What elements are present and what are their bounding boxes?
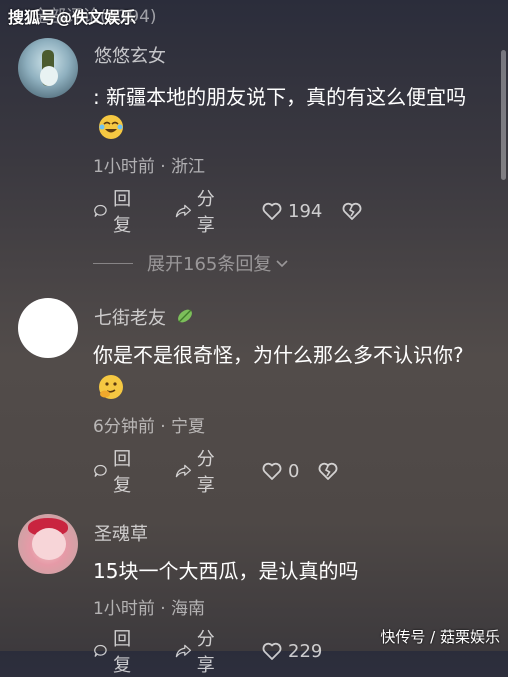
like-button[interactable]: 194 — [261, 198, 322, 224]
share-button[interactable]: 分享 — [175, 449, 222, 496]
reply-icon — [94, 644, 107, 657]
comment-meta: 6分钟前 · 宁夏 — [93, 417, 206, 437]
comment-author[interactable]: 圣魂草 — [94, 520, 148, 546]
comment-text: 15块一个大西瓜，是认真的吗 — [93, 559, 359, 583]
share-label: 分享 — [196, 449, 215, 496]
heart-icon — [262, 462, 282, 480]
broken-heart-icon — [318, 462, 338, 480]
like-count: 194 — [288, 200, 323, 222]
avatar[interactable] — [18, 298, 78, 358]
share-icon — [175, 204, 192, 218]
reply-button[interactable]: 回复 — [93, 189, 138, 236]
share-button[interactable]: 分享 — [175, 189, 222, 236]
divider-line — [93, 262, 133, 264]
avatar[interactable] — [18, 38, 78, 98]
reply-label: 回复 — [113, 189, 132, 236]
comment-author[interactable]: 悠悠玄女 — [94, 42, 166, 68]
avatar-figure-detail — [40, 66, 58, 86]
heart-icon — [262, 642, 282, 660]
like-count: 229 — [288, 640, 323, 662]
like-count: 0 — [288, 460, 300, 482]
comment-text: 你是不是很奇怪，为什么那么多不认识你? — [93, 343, 464, 367]
comment-text: : 新疆本地的朋友说下，真的有这么便宜吗 — [93, 85, 467, 109]
author-name: 七街老友 — [94, 308, 166, 329]
share-label: 分享 — [196, 189, 215, 236]
broken-heart-icon — [342, 202, 362, 220]
avatar-pig — [32, 528, 66, 560]
watermark-bottom: 快传号 / 菇栗娱乐 — [380, 628, 500, 646]
share-label: 分享 — [196, 629, 215, 676]
reply-label: 回复 — [113, 449, 132, 496]
comment-meta: 1小时前 · 海南 — [93, 599, 206, 619]
comment-meta: 1小时前 · 浙江 — [93, 157, 206, 177]
like-button[interactable]: 0 — [261, 458, 299, 484]
scrollbar[interactable] — [501, 50, 506, 180]
watermark-top: 搜狐号@佚文娱乐 — [8, 8, 137, 27]
dislike-button[interactable] — [341, 198, 368, 224]
like-button[interactable]: 229 — [261, 638, 322, 664]
share-button[interactable]: 分享 — [175, 629, 222, 676]
laughing-crying-emoji-icon — [99, 115, 123, 139]
reply-button[interactable]: 回复 — [93, 629, 138, 676]
chevron-down-icon — [276, 260, 288, 268]
heart-icon — [262, 202, 282, 220]
reply-label: 回复 — [113, 629, 132, 676]
avatar[interactable] — [18, 514, 78, 574]
leaf-badge-icon — [177, 309, 192, 323]
expand-replies-button[interactable]: 展开165条回复 — [93, 250, 290, 276]
share-icon — [175, 644, 192, 658]
reply-icon — [94, 464, 107, 477]
share-icon — [175, 464, 192, 478]
top-bar: 全部评论(2394) 搜狐号@佚文娱乐 — [0, 0, 508, 30]
comment-author[interactable]: 七街老友 — [94, 304, 195, 330]
smirk-hand-emoji-icon — [99, 375, 123, 399]
expand-replies-label: 展开165条回复 — [147, 254, 272, 275]
reply-icon — [94, 204, 107, 217]
reply-button[interactable]: 回复 — [93, 449, 138, 496]
dislike-button[interactable] — [317, 458, 344, 484]
